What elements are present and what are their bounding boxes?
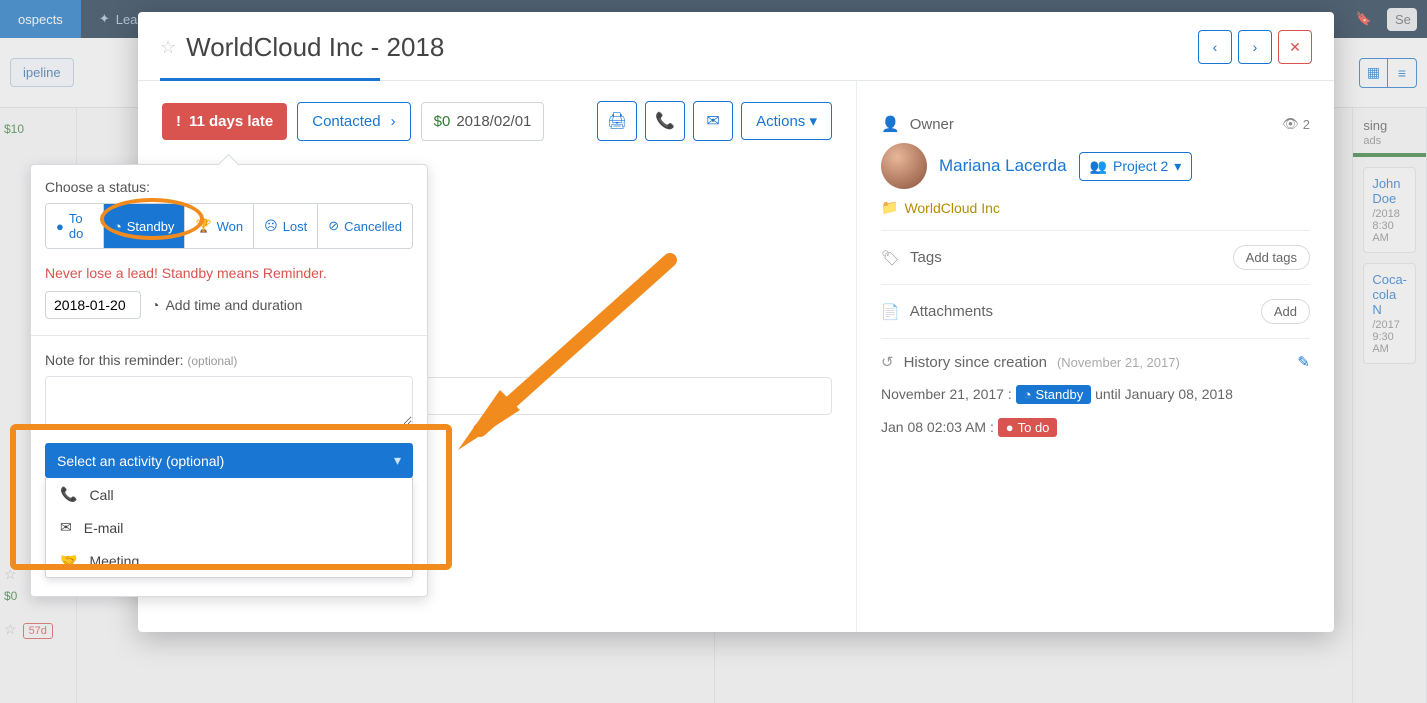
lead-title: WorldCloud Inc - 2018 (186, 32, 444, 63)
price-chip[interactable]: $02018/02/01 (421, 102, 545, 141)
pipeline-filter[interactable]: ipeline (10, 58, 74, 87)
status-cancelled[interactable]: ⊘Cancelled (318, 204, 412, 248)
phone-icon: 📞 (655, 111, 675, 131)
choose-status-label: Choose a status: (45, 179, 413, 195)
actions-dropdown[interactable]: Actions ▾ (741, 102, 832, 140)
project-chip[interactable]: 👥 Project 2 ▾ (1079, 152, 1193, 181)
standby-hint: Never lose a lead! Standby means Reminde… (45, 265, 413, 281)
kanban-card[interactable]: John Doe /2018 8:30 AM (1363, 167, 1416, 253)
prev-button[interactable]: ‹ (1198, 30, 1232, 64)
clock-icon: ◔ (1024, 387, 1032, 402)
envelope-icon: ✉ (60, 519, 72, 536)
days-late-chip: 57d (23, 623, 53, 639)
card-title: John Doe (1372, 176, 1407, 206)
activity-option-email[interactable]: ✉E-mail (46, 511, 412, 544)
kanban-card[interactable]: Coca-cola N /2017 9:30 AM (1363, 263, 1416, 364)
step-contacted-button[interactable]: Contacted › (297, 102, 410, 141)
owner-link[interactable]: Mariana Lacerda (939, 156, 1067, 176)
trophy-icon: 🏆 (195, 218, 211, 234)
avatar (881, 143, 927, 189)
card-meta: /2017 9:30 AM (1372, 319, 1407, 355)
card-meta: /2018 8:30 AM (1372, 208, 1407, 244)
status-standby[interactable]: ◔Standby (104, 204, 186, 248)
add-attachment-button[interactable]: Add (1261, 299, 1310, 324)
printer-icon: 🖨 (607, 111, 627, 131)
late-badge[interactable]: ! 11 days late (162, 103, 287, 140)
status-badge-todo: ●To do (998, 418, 1058, 437)
reminder-date-input[interactable] (45, 291, 141, 319)
sad-icon: ☹ (264, 218, 278, 234)
status-popover: Choose a status: ●To do ◔Standby 🏆Won ☹L… (30, 164, 428, 597)
activity-option-meeting[interactable]: 🤝Meeting (46, 544, 412, 577)
note-label: Note for this reminder: (optional) (45, 352, 413, 368)
call-button[interactable]: 📞 (645, 101, 685, 141)
next-button[interactable]: › (1238, 30, 1272, 64)
column-subtitle: ads (1363, 135, 1416, 147)
add-time-button[interactable]: ◔ Add time and duration (151, 297, 302, 313)
grid-view-button[interactable]: ▦ (1360, 59, 1388, 87)
phone-icon: 📞 (60, 486, 77, 503)
print-button[interactable]: 🖨 (597, 101, 637, 141)
col-amount: $10 (4, 122, 66, 136)
edit-history-button[interactable]: ✎ (1297, 353, 1310, 371)
handshake-icon: 🤝 (60, 552, 77, 569)
star-icon: ☆ (4, 566, 17, 583)
user-icon: 👤 (881, 115, 900, 133)
email-button[interactable]: ✉ (693, 101, 733, 141)
status-pills: ●To do ◔Standby 🏆Won ☹Lost ⊘Cancelled (45, 203, 413, 249)
star-icon[interactable]: ☆ (160, 37, 176, 58)
star-icon: ✦ (99, 11, 110, 27)
tab-prospects[interactable]: ospects (0, 0, 81, 38)
tags-label: Tags (910, 249, 942, 266)
status-lost[interactable]: ☹Lost (254, 204, 318, 248)
add-tags-button[interactable]: Add tags (1233, 245, 1310, 270)
modal-right-panel: 👤 Owner 👁2 Mariana Lacerda 👥 Project 2 ▾ (856, 81, 1334, 632)
attachments-label: Attachments (910, 303, 993, 320)
users-icon: 👥 (1090, 158, 1107, 175)
eye-icon: 👁 (1282, 116, 1299, 132)
caret-down-icon: ▾ (809, 113, 817, 130)
history-start-date: (November 21, 2017) (1057, 355, 1180, 370)
exclamation-icon: ! (176, 113, 181, 130)
owner-label: Owner (910, 116, 954, 133)
status-badge-standby: ◔Standby (1016, 385, 1092, 404)
note-textarea[interactable] (45, 376, 413, 426)
star-icon: ☆ (4, 621, 17, 638)
clock-icon: ◔ (114, 219, 122, 234)
list-view-button[interactable]: ≡ (1388, 59, 1416, 87)
cancel-icon: ⊘ (328, 218, 339, 234)
card-title: Coca-cola N (1372, 272, 1407, 317)
status-won[interactable]: 🏆Won (185, 204, 254, 248)
file-icon: 📄 (881, 303, 900, 321)
column-title: sing (1363, 118, 1416, 133)
activity-dropdown-list: 📞Call ✉E-mail 🤝Meeting (45, 478, 413, 578)
history-entry: November 21, 2017 : ◔Standby until Janua… (881, 385, 1310, 404)
activity-select[interactable]: Select an activity (optional) ▾ (45, 443, 413, 478)
views-count: 👁2 (1282, 116, 1310, 132)
folder-link[interactable]: 📁 WorldCloud Inc (881, 199, 1310, 216)
tag-icon: 🏷 (881, 249, 900, 267)
exclamation-icon: ● (56, 219, 64, 234)
exclamation-icon: ● (1006, 420, 1014, 435)
envelope-icon: ✉ (706, 111, 719, 131)
status-todo[interactable]: ●To do (46, 204, 104, 248)
folder-icon: 📁 (881, 199, 898, 216)
close-button[interactable]: ✕ (1278, 30, 1312, 64)
activity-option-call[interactable]: 📞Call (46, 478, 412, 511)
bookmark-icon[interactable]: 🔖 (1351, 6, 1377, 32)
chevron-right-icon: › (391, 113, 396, 130)
clock-icon: ◔ (151, 297, 159, 313)
caret-down-icon: ▾ (1174, 158, 1181, 175)
search-input[interactable]: Se (1387, 8, 1417, 31)
history-label: History since creation (904, 354, 1047, 371)
caret-down-icon: ▾ (394, 452, 401, 469)
card-price: $0 (4, 589, 17, 603)
history-icon: ↺ (881, 353, 894, 371)
modal-header: ☆ WorldCloud Inc - 2018 ‹ › ✕ (138, 12, 1334, 81)
history-entry: Jan 08 02:03 AM : ●To do (881, 418, 1310, 437)
view-toggle: ▦ ≡ (1359, 58, 1417, 88)
